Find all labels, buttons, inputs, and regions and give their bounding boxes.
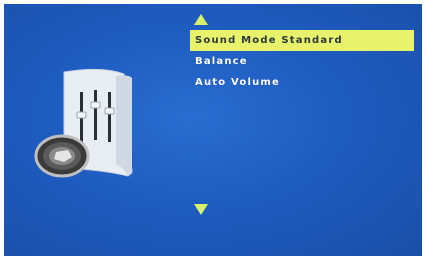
menu-item-sound-mode[interactable]: Sound Mode Standard: [190, 30, 414, 51]
menu-item-auto-volume[interactable]: Auto Volume: [190, 72, 414, 93]
menu-item-balance[interactable]: Balance: [190, 51, 414, 72]
sound-settings-icon: [32, 64, 162, 194]
scroll-up-arrow-icon[interactable]: [194, 14, 208, 25]
sound-menu: Sound Mode Standard Balance Auto Volume: [190, 30, 414, 93]
scroll-down-arrow-icon[interactable]: [194, 204, 208, 215]
tv-osd-screen: Sound Mode Standard Balance Auto Volume: [4, 4, 422, 256]
